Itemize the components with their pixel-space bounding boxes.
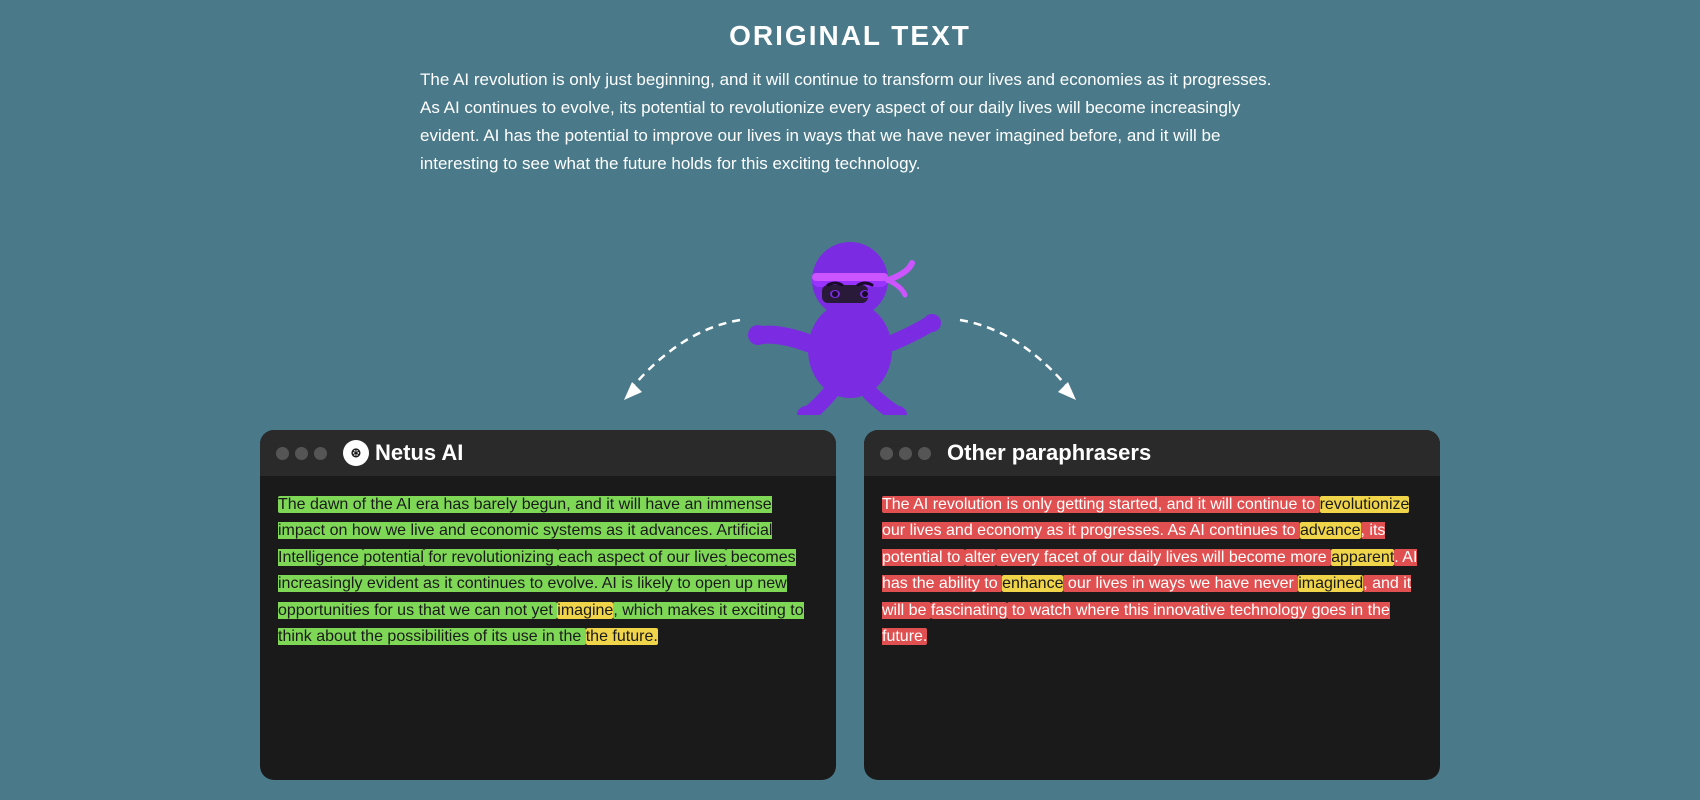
panels-container: ⊛ Netus AI The dawn of the AI era has ba… xyxy=(260,430,1440,780)
netus-titlebar: ⊛ Netus AI xyxy=(260,430,836,476)
netus-text-seg4: each aspect of our lives xyxy=(558,549,726,566)
tl-green xyxy=(314,447,327,460)
traffic-lights-left xyxy=(276,447,327,460)
other-titlebar: Other paraphrasers xyxy=(864,430,1440,476)
ninja-character xyxy=(740,195,960,415)
netus-text-seg6: imagine xyxy=(557,602,613,619)
netus-panel-title: ⊛ Netus AI xyxy=(343,440,463,466)
other-content: The AI revolution is only getting starte… xyxy=(864,476,1440,666)
tl-green-r xyxy=(918,447,931,460)
original-text-body: The AI revolution is only just beginning… xyxy=(420,66,1280,178)
netus-logo: ⊛ xyxy=(343,440,369,466)
other-text-seg7: every facet of our daily lives will beco… xyxy=(996,549,1331,566)
other-text-seg4: advance xyxy=(1300,522,1361,539)
other-text-seg12: imagined xyxy=(1298,575,1363,592)
other-text-seg1: The AI revolution is only getting starte… xyxy=(882,496,1320,513)
other-title-text: Other paraphrasers xyxy=(947,440,1151,466)
other-text-seg3: our lives and economy as it progresses. … xyxy=(882,522,1300,539)
netus-panel: ⊛ Netus AI The dawn of the AI era has ba… xyxy=(260,430,836,780)
netus-content: The dawn of the AI era has barely begun,… xyxy=(260,476,836,666)
tl-yellow xyxy=(295,447,308,460)
page-container: ORIGINAL TEXT The AI revolution is only … xyxy=(0,0,1700,800)
other-text-seg10: enhance xyxy=(1002,575,1063,592)
other-text-seg14: fascinating xyxy=(931,602,1008,619)
netus-text-seg2: potential xyxy=(363,549,424,566)
other-panel-title: Other paraphrasers xyxy=(947,440,1151,466)
other-text-seg11: our lives in ways we have never xyxy=(1063,575,1298,592)
netus-text-seg3: for revolutionizing xyxy=(424,549,558,566)
other-text-seg6: alter xyxy=(965,549,996,566)
original-text-title: ORIGINAL TEXT xyxy=(420,20,1280,52)
original-text-section: ORIGINAL TEXT The AI revolution is only … xyxy=(420,20,1280,178)
other-panel: Other paraphrasers The AI revolution is … xyxy=(864,430,1440,780)
tl-yellow-r xyxy=(899,447,912,460)
netus-text-seg8: the future. xyxy=(586,628,658,645)
netus-title-text: Netus AI xyxy=(375,440,463,466)
tl-red-r xyxy=(880,447,893,460)
other-text-seg8: apparent xyxy=(1331,549,1394,566)
other-text-seg2: revolutionize xyxy=(1320,496,1410,513)
traffic-lights-right xyxy=(880,447,931,460)
tl-red xyxy=(276,447,289,460)
